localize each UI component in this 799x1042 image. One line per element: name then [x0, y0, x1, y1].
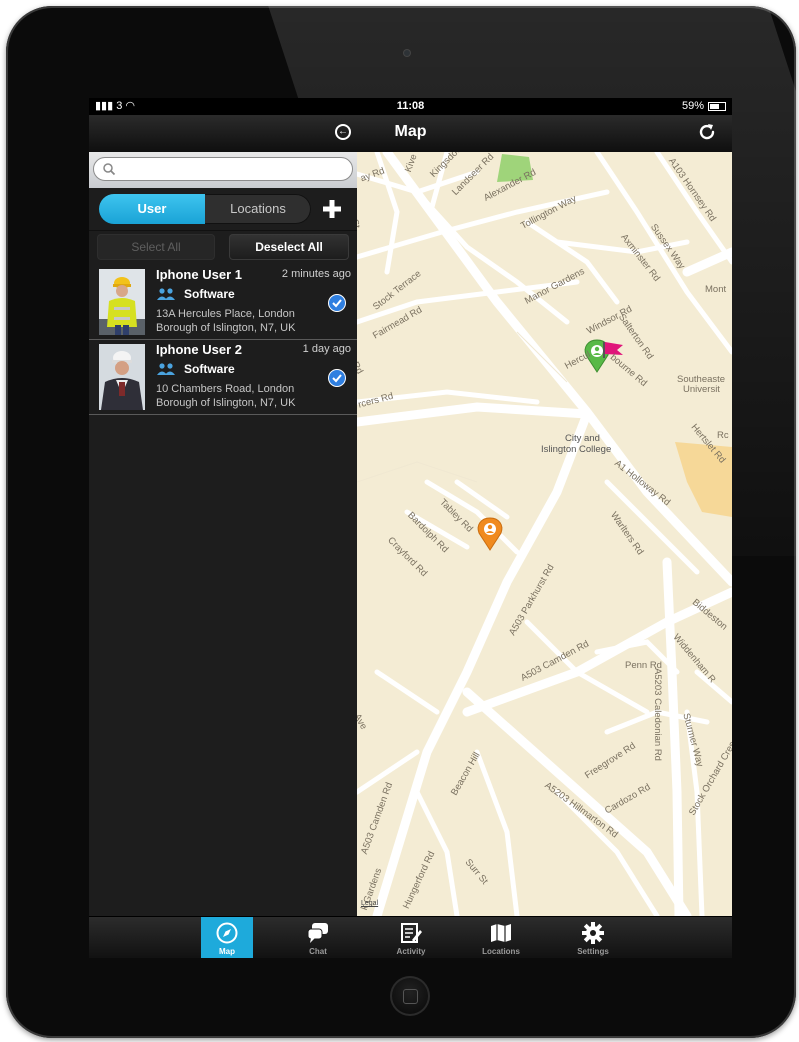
- area-label: Mont: [705, 284, 727, 295]
- select-all-button[interactable]: Select All: [97, 234, 215, 260]
- user-group: Software: [156, 287, 235, 301]
- gear-icon: [582, 922, 604, 944]
- last-seen-time: 1 day ago: [302, 343, 351, 355]
- user-name: Iphone User 1: [156, 267, 242, 282]
- avatar: [99, 344, 145, 410]
- view-segmented-control: User Locations: [99, 194, 311, 224]
- battery-percent: 59%: [681, 100, 704, 112]
- front-camera: [404, 50, 410, 56]
- address-line: Borough of Islington, N7, UK: [156, 397, 296, 409]
- user-list-item[interactable]: Iphone User 2 1 day ago Software 10 Cham…: [89, 340, 357, 415]
- tab-label: Locations: [482, 947, 520, 956]
- tab-settings[interactable]: Settings: [567, 917, 619, 958]
- segment-user[interactable]: User: [99, 194, 205, 224]
- address-line: 10 Chambers Road, London: [156, 383, 295, 395]
- map-view[interactable]: Kingsdown Landseer Rd Alexander Rd Tolli…: [357, 152, 732, 916]
- add-button[interactable]: [317, 194, 347, 224]
- search-input[interactable]: [120, 160, 344, 180]
- home-button[interactable]: [390, 976, 430, 1016]
- navigation-bar: ← Map: [89, 115, 732, 153]
- checkmark-icon[interactable]: [328, 294, 346, 312]
- compass-icon: [216, 922, 238, 944]
- group-icon: [157, 363, 175, 375]
- last-seen-time: 2 minutes ago: [281, 268, 351, 280]
- activity-icon: [401, 923, 422, 943]
- user-group: Software: [156, 362, 235, 376]
- poi-label: City and: [565, 433, 600, 444]
- tab-activity[interactable]: Activity: [385, 917, 437, 958]
- group-name: Software: [184, 287, 235, 301]
- search-bar: [89, 152, 357, 188]
- user-address: 10 Chambers Road, London Borough of Isli…: [156, 382, 326, 410]
- poi-label: Universit: [683, 384, 720, 395]
- search-icon: [103, 163, 116, 176]
- page-title: Map: [394, 123, 427, 140]
- battery-icon: [708, 102, 726, 111]
- user-address: 13A Hercules Place, London Borough of Is…: [156, 307, 326, 335]
- deselect-all-button[interactable]: Deselect All: [229, 234, 349, 260]
- address-line: 13A Hercules Place, London: [156, 308, 295, 320]
- user-name: Iphone User 2: [156, 342, 242, 357]
- tab-map[interactable]: Map: [201, 917, 253, 958]
- user-sidebar: User Locations Select All Deselect All I…: [89, 152, 358, 916]
- legal-link[interactable]: Legal: [361, 900, 378, 907]
- status-bar: ▮▮▮ 3 ◠ 11:08 59%: [89, 98, 732, 115]
- divider: [89, 230, 357, 231]
- address-line: Borough of Islington, N7, UK: [156, 322, 296, 334]
- segment-locations[interactable]: Locations: [205, 194, 311, 224]
- poi-label: Islington College: [541, 444, 612, 455]
- user-pin-orange[interactable]: [477, 517, 503, 551]
- tab-chat[interactable]: Chat: [292, 917, 344, 958]
- tab-bar: Map Chat Activity Locations Settings: [89, 916, 732, 958]
- chat-bubble-icon: [307, 923, 328, 943]
- group-icon: [157, 288, 175, 300]
- status-time: 11:08: [396, 100, 425, 112]
- user-list-item[interactable]: Iphone User 1 2 minutes ago Software 13A…: [89, 265, 357, 340]
- tab-locations[interactable]: Locations: [475, 917, 527, 958]
- street-label: Rc: [717, 430, 729, 441]
- tab-label: Chat: [309, 947, 327, 956]
- plus-icon: [323, 200, 341, 218]
- tab-label: Settings: [577, 947, 609, 956]
- street-label: A5203 Caledonian Rd: [652, 668, 663, 761]
- search-field[interactable]: [93, 157, 353, 181]
- avatar: [99, 269, 145, 335]
- map-icon: [491, 924, 511, 942]
- tab-label: Map: [219, 947, 235, 956]
- battery-indicator: 59%: [682, 98, 726, 115]
- group-name: Software: [184, 362, 235, 376]
- checkmark-icon[interactable]: [328, 369, 346, 387]
- refresh-icon[interactable]: [696, 121, 718, 143]
- tab-label: Activity: [396, 947, 426, 956]
- app-screen: ▮▮▮ 3 ◠ 11:08 59% ← Map User Locations S…: [89, 98, 732, 958]
